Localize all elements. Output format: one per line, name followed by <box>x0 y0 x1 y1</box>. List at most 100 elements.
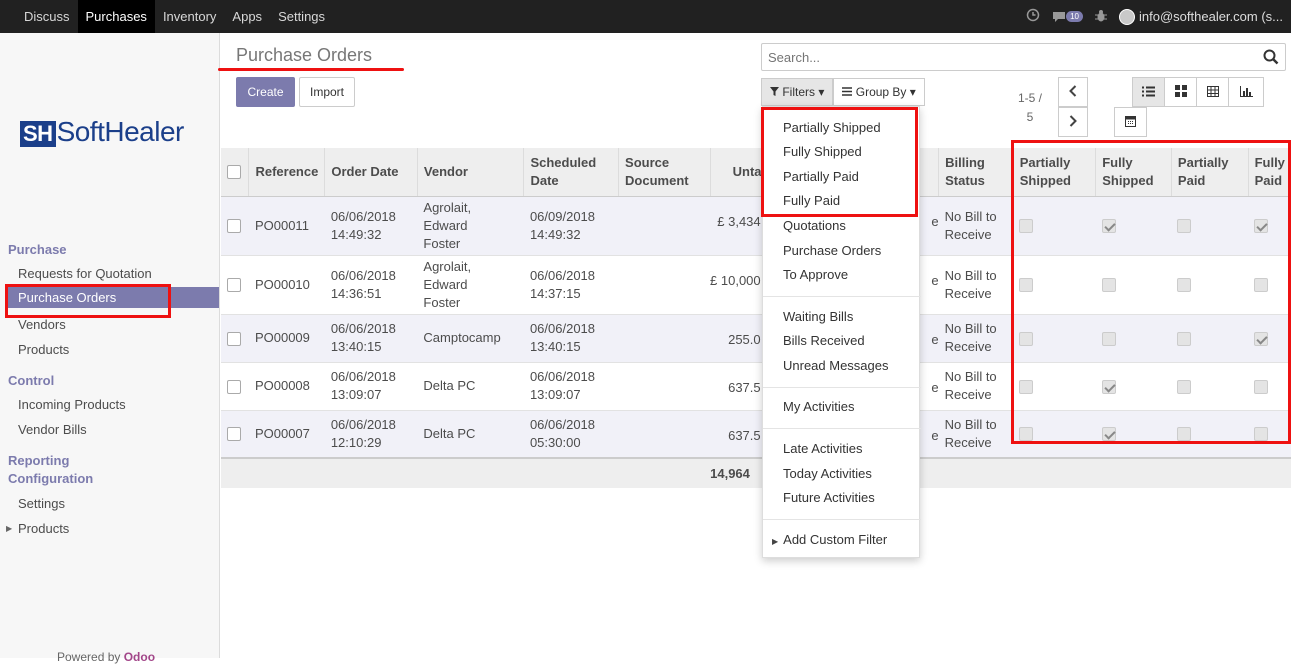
clock-icon[interactable] <box>1026 8 1040 25</box>
search-icon[interactable] <box>1263 49 1279 68</box>
menu-purchases[interactable]: Purchases <box>77 0 155 33</box>
row-checkbox[interactable] <box>227 278 241 293</box>
pivot-view-button[interactable] <box>1196 77 1229 107</box>
col-source-document[interactable]: Source Document <box>618 148 711 197</box>
page-title: Purchase Orders <box>236 45 373 65</box>
add-custom-filter[interactable]: ▶ Add Custom Filter <box>772 532 887 547</box>
company-logo: SH SoftHealer <box>20 116 184 148</box>
chevron-left-icon <box>1069 84 1077 100</box>
select-all-header <box>221 148 249 197</box>
highlight-box-filters <box>761 107 918 217</box>
graph-view-button[interactable] <box>1228 77 1264 107</box>
list-view-icon <box>1142 85 1155 100</box>
sidebar-item-products[interactable]: Products <box>18 342 69 357</box>
search-input[interactable] <box>762 44 1242 70</box>
filter-future-activities[interactable]: Future Activities <box>783 490 875 505</box>
sidebar-item-rfq[interactable]: Requests for Quotation <box>18 266 152 281</box>
sidebar-section-control[interactable]: Control <box>8 373 54 388</box>
menu-settings[interactable]: Settings <box>270 0 333 33</box>
filter-to-approve[interactable]: To Approve <box>783 267 848 282</box>
calendar-icon <box>1125 115 1136 130</box>
col-billing-status[interactable]: Billing Status <box>938 148 1014 197</box>
sidebar-item-settings[interactable]: Settings <box>18 496 65 511</box>
divider <box>763 428 921 429</box>
cell-source-document <box>618 313 711 362</box>
filter-quotations[interactable]: Quotations <box>783 218 846 233</box>
user-menu[interactable]: info@softhealer.com (s... <box>1119 8 1283 25</box>
filter-waiting-bills[interactable]: Waiting Bills <box>783 309 853 324</box>
title-underline <box>218 68 404 71</box>
systray: 10 info@softhealer.com (s... <box>1026 0 1283 33</box>
cell-vendor: Agrolait, Edward Foster <box>417 254 524 314</box>
filter-late-activities[interactable]: Late Activities <box>783 441 863 456</box>
row-checkbox[interactable] <box>227 427 241 442</box>
col-scheduled-date[interactable]: Scheduled Date <box>523 148 619 197</box>
sidebar-section-reporting[interactable]: Reporting <box>8 453 69 468</box>
row-select-cell <box>221 409 249 458</box>
kanban-view-button[interactable] <box>1164 77 1197 107</box>
pager-value[interactable]: 1-5 / 5 <box>1018 89 1042 127</box>
row-checkbox[interactable] <box>227 331 241 346</box>
divider <box>763 519 921 520</box>
cell-vendor: Camptocamp <box>417 313 524 362</box>
filter-my-activities[interactable]: My Activities <box>783 399 855 414</box>
cell-scheduled-date: 06/06/2018 14:37:15 <box>523 254 619 314</box>
list-view-button[interactable] <box>1132 77 1165 107</box>
sidebar-item-config-products[interactable]: Products <box>18 521 69 536</box>
row-select-cell <box>221 195 249 255</box>
sidebar-item-vendor-bills[interactable]: Vendor Bills <box>18 422 87 437</box>
filter-bills-received[interactable]: Bills Received <box>783 333 865 348</box>
calendar-view-button[interactable] <box>1114 107 1147 137</box>
caret-down-icon: ▾ <box>818 85 825 99</box>
top-menu: Discuss Purchases Inventory Apps Setting… <box>16 0 333 33</box>
col-vendor[interactable]: Vendor <box>416 148 524 197</box>
col-reference[interactable]: Reference <box>248 148 325 197</box>
filter-purchase-orders[interactable]: Purchase Orders <box>783 243 881 258</box>
filter-unread-messages[interactable]: Unread Messages <box>783 358 889 373</box>
table-footer-row: 14,964 <box>221 457 1291 488</box>
cell-order-date: 06/06/2018 14:36:51 <box>324 254 418 314</box>
caret-right-icon: ▶ <box>772 537 779 546</box>
cell-source-document <box>618 361 711 410</box>
pager-next-button[interactable] <box>1058 107 1088 137</box>
sidebar-item-vendors[interactable]: Vendors <box>18 317 66 332</box>
cell-reference: PO00007 <box>248 409 325 458</box>
cell-order-date: 06/06/2018 13:09:07 <box>324 361 418 410</box>
caret-right-icon[interactable]: ▶ <box>6 524 12 533</box>
cell-scheduled-date: 06/06/2018 05:30:00 <box>523 409 619 458</box>
select-all-checkbox[interactable] <box>227 165 241 180</box>
sidebar-section-purchase[interactable]: Purchase <box>8 242 67 257</box>
row-select-cell <box>221 254 249 314</box>
cell-reference: PO00011 <box>248 195 325 255</box>
filter-today-activities[interactable]: Today Activities <box>783 466 872 481</box>
row-checkbox[interactable] <box>227 379 241 394</box>
bug-icon[interactable] <box>1095 9 1108 25</box>
menu-discuss[interactable]: Discuss <box>16 0 78 33</box>
search-options: Filters ▾ Group By ▾ <box>761 78 925 106</box>
top-navbar: Discuss Purchases Inventory Apps Setting… <box>0 0 1291 33</box>
import-button[interactable]: Import <box>299 77 355 107</box>
menu-apps[interactable]: Apps <box>224 0 270 33</box>
messages-icon[interactable]: 10 <box>1052 11 1084 23</box>
filter-icon <box>770 85 782 99</box>
list-icon <box>842 85 855 99</box>
pager-previous-button[interactable] <box>1058 77 1088 107</box>
highlight-box-columns <box>1011 140 1291 444</box>
cell-scheduled-date: 06/06/2018 13:40:15 <box>523 313 619 362</box>
sidebar-section-configuration[interactable]: Configuration <box>8 471 93 486</box>
create-button[interactable]: Create <box>236 77 295 107</box>
search-box <box>761 43 1286 71</box>
powered-by: Powered by Odoo <box>57 650 156 664</box>
avatar <box>1119 8 1136 25</box>
kanban-view-icon <box>1174 84 1187 100</box>
sidebar-item-incoming-products[interactable]: Incoming Products <box>18 397 126 412</box>
filters-button[interactable]: Filters ▾ <box>761 78 834 106</box>
cell-vendor: Delta PC <box>417 409 524 458</box>
groupby-button[interactable]: Group By ▾ <box>833 78 925 106</box>
row-checkbox[interactable] <box>227 219 241 234</box>
col-order-date[interactable]: Order Date <box>324 148 418 197</box>
cell-order-date: 06/06/2018 13:40:15 <box>324 313 418 362</box>
cell-billing-status: No Bill to Receive <box>938 361 1014 410</box>
menu-inventory[interactable]: Inventory <box>155 0 224 33</box>
cell-billing-status: No Bill to Receive <box>938 409 1014 458</box>
